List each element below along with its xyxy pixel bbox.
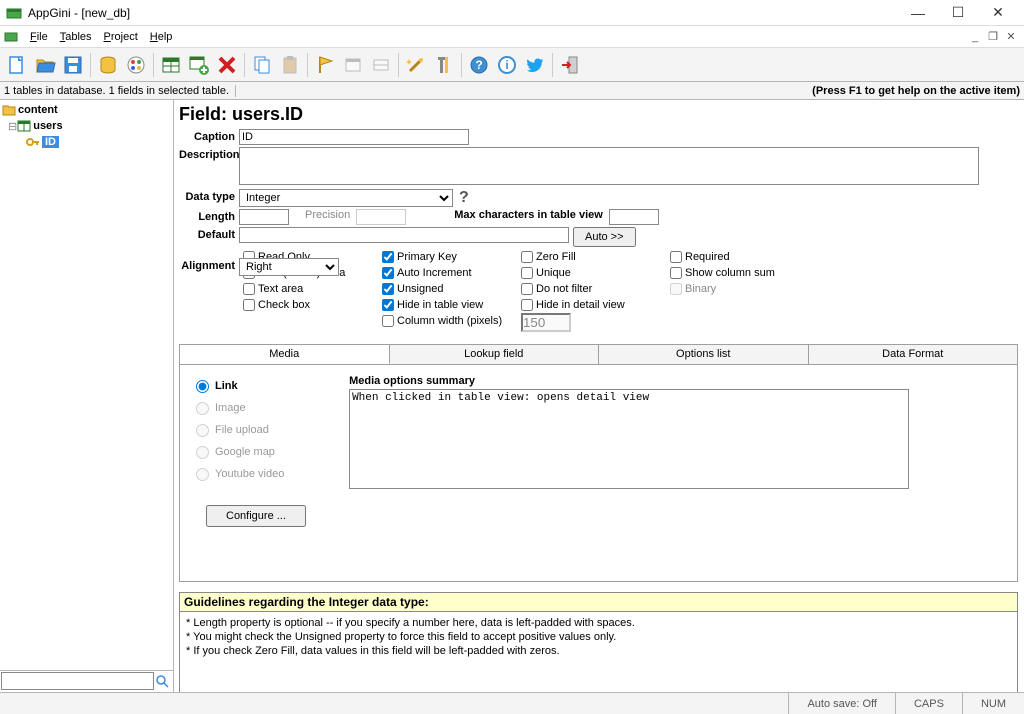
db-summary: 1 tables in database. 1 fields in select… (4, 85, 236, 97)
status-bar-top: 1 tables in database. 1 fields in select… (0, 82, 1024, 100)
maxchars-input[interactable] (609, 209, 659, 225)
chk-binary: Binary (670, 281, 820, 296)
chk-required[interactable]: Required (670, 249, 820, 264)
add-table-icon[interactable] (186, 52, 212, 78)
drawer-icon[interactable] (368, 52, 394, 78)
new-table-icon[interactable] (158, 52, 184, 78)
tab-options[interactable]: Options list (599, 345, 809, 364)
titlebar: AppGini - [new_db] — ☐ ✕ (0, 0, 1024, 26)
chk-zerofill[interactable]: Zero Fill (521, 249, 666, 264)
mdi-close[interactable]: ✕ (1004, 30, 1018, 43)
media-youtube: Youtube video (196, 463, 346, 485)
description-input[interactable] (239, 147, 979, 185)
magic-wand-icon[interactable] (403, 52, 429, 78)
new-file-icon[interactable] (4, 52, 30, 78)
field-editor: Field: users.ID Caption Description Data… (174, 100, 1024, 692)
tools-icon[interactable] (431, 52, 457, 78)
window-title: AppGini - [new_db] (28, 6, 898, 20)
chk-unique[interactable]: Unique (521, 265, 666, 280)
media-image: Image (196, 397, 346, 419)
media-link[interactable]: Link (196, 375, 346, 397)
guidelines-header: Guidelines regarding the Integer data ty… (179, 592, 1018, 612)
help-hint: (Press F1 to get help on the active item… (236, 85, 1020, 97)
chk-hideindetail[interactable]: Hide in detail view (521, 297, 666, 312)
status-bar-bottom: Auto save: Off CAPS NUM (0, 692, 1024, 714)
help-icon[interactable]: ? (466, 52, 492, 78)
colwidth-input (521, 313, 571, 332)
chk-donotfilter[interactable]: Do not filter (521, 281, 666, 296)
chk-colwidth[interactable]: Column width (pixels) (382, 313, 517, 328)
menu-tables[interactable]: Tables (54, 29, 98, 45)
default-input[interactable] (239, 227, 569, 243)
info-icon[interactable]: i (494, 52, 520, 78)
tree-root[interactable]: content (2, 102, 171, 118)
tab-lookup[interactable]: Lookup field (390, 345, 600, 364)
paste-icon[interactable] (277, 52, 303, 78)
length-input[interactable] (239, 209, 289, 225)
caps-status: CAPS (895, 693, 962, 714)
save-icon[interactable] (60, 52, 86, 78)
chk-textarea[interactable]: Text area (243, 281, 378, 296)
tab-dataformat[interactable]: Data Format (809, 345, 1018, 364)
field-header: Field: users.ID (179, 104, 1018, 125)
autosave-status: Auto save: Off (788, 693, 895, 714)
tree-search-input[interactable] (1, 672, 154, 690)
window-icon[interactable] (340, 52, 366, 78)
tree-table[interactable]: ⊟ users (2, 118, 171, 134)
svg-text:?: ? (475, 58, 482, 72)
menu-help[interactable]: Help (144, 29, 179, 45)
menubar: File Tables Project Help _ ❐ ✕ (0, 26, 1024, 48)
copy-icon[interactable] (249, 52, 275, 78)
chk-checkbox[interactable]: Check box (243, 297, 378, 312)
datatype-select[interactable]: Integer (239, 189, 453, 207)
precision-input (356, 209, 406, 225)
chk-unsigned[interactable]: Unsigned (382, 281, 517, 296)
minimize-button[interactable]: — (898, 1, 938, 25)
delete-icon[interactable] (214, 52, 240, 78)
num-status: NUM (962, 693, 1024, 714)
media-fileupload: File upload (196, 419, 346, 441)
maximize-button[interactable]: ☐ (938, 1, 978, 25)
toolbar: ? i (0, 48, 1024, 82)
close-button[interactable]: ✕ (978, 1, 1018, 25)
palette-icon[interactable] (123, 52, 149, 78)
media-googlemap: Google map (196, 441, 346, 463)
chk-primarykey[interactable]: Primary Key (382, 249, 517, 264)
tab-media[interactable]: Media (180, 345, 390, 364)
open-folder-icon[interactable] (32, 52, 58, 78)
menu-file[interactable]: File (24, 29, 54, 45)
folder-icon (2, 103, 16, 117)
mdi-restore[interactable]: ❐ (986, 30, 1000, 43)
menubar-icon (4, 30, 18, 44)
chk-showsum[interactable]: Show column sum (670, 265, 820, 280)
database-icon[interactable] (95, 52, 121, 78)
menu-project[interactable]: Project (98, 29, 144, 45)
auto-button[interactable]: Auto >> (573, 227, 636, 247)
table-icon (17, 119, 31, 133)
chk-hideintable[interactable]: Hide in table view (382, 297, 517, 312)
tab-body: Link Image File upload Google map Youtub… (179, 364, 1018, 582)
twitter-icon[interactable] (522, 52, 548, 78)
search-icon[interactable] (154, 672, 172, 691)
mdi-minimize[interactable]: _ (968, 31, 982, 43)
media-summary-header: Media options summary (349, 375, 909, 387)
datatype-help-icon[interactable]: ? (459, 189, 469, 207)
svg-text:i: i (505, 58, 508, 72)
media-summary (349, 389, 909, 489)
app-icon (6, 5, 22, 21)
chk-autoincrement[interactable]: Auto Increment (382, 265, 517, 280)
project-tree: content ⊟ users ID (0, 100, 174, 692)
tree-field[interactable]: ID (2, 134, 171, 150)
tree-search (0, 670, 173, 692)
alignment-select[interactable]: Right (239, 258, 339, 276)
guidelines-body: * Length property is optional -- if you … (179, 612, 1018, 692)
flag-icon[interactable] (312, 52, 338, 78)
tabs: Media Lookup field Options list Data For… (179, 344, 1018, 364)
key-icon (26, 135, 40, 149)
exit-icon[interactable] (557, 52, 583, 78)
configure-button[interactable]: Configure ... (206, 505, 306, 527)
caption-input[interactable] (239, 129, 469, 145)
